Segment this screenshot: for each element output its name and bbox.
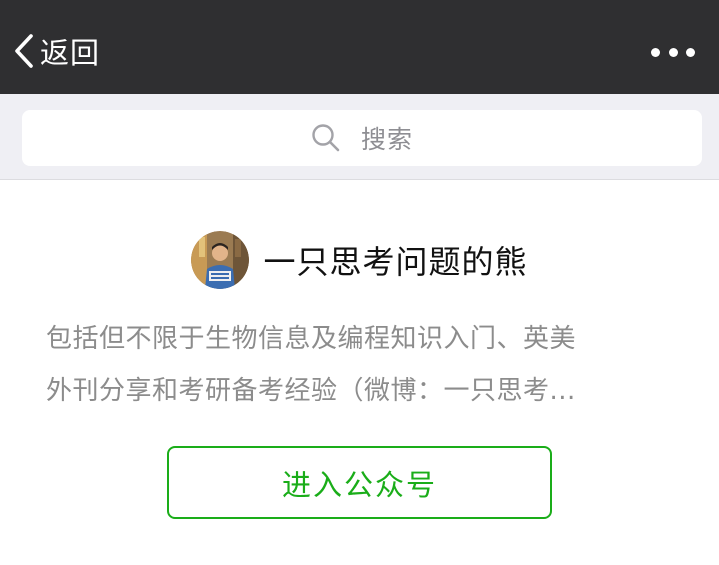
chevron-left-icon [14,34,34,68]
more-dot [668,47,678,57]
search-bar-area: 搜索 [0,94,719,180]
account-description: 包括但不限于生物信息及编程知识入门、英美 外刊分享和考研备考经验（微博：一只思考… [46,313,676,417]
avatar[interactable] [191,231,250,289]
back-label: 返回 [40,36,101,70]
back-button[interactable]: 返回 [14,28,100,74]
account-header: 一只思考问题的熊 [0,229,719,291]
top-navigation-bar: 返回 [0,0,719,94]
more-dot [686,47,695,57]
more-options-button[interactable] [651,38,695,66]
account-name: 一只思考问题的熊 [263,243,528,281]
description-line-2: 外刊分享和考研备考经验（微博：一只思考... [46,376,576,406]
more-dot [651,47,660,57]
search-icon [311,123,361,153]
enter-official-account-button[interactable]: 进入公众号 [167,446,552,519]
description-line-1: 包括但不限于生物信息及编程知识入门、英美 [46,324,577,354]
search-placeholder: 搜索 [360,125,413,154]
search-input[interactable]: 搜索 [22,110,702,166]
account-profile-card: 一只思考问题的熊 包括但不限于生物信息及编程知识入门、英美 外刊分享和考研备考经… [0,181,719,565]
